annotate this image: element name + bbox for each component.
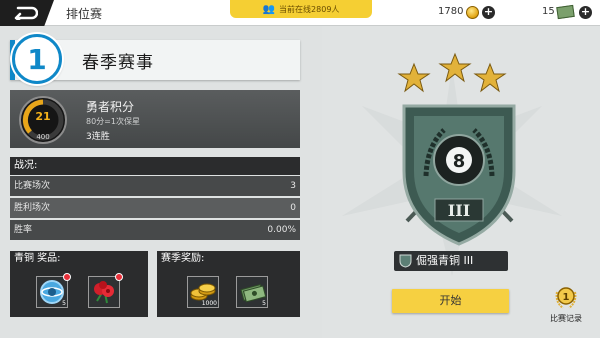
stat-label: 胜率: [14, 225, 33, 235]
new-indicator-dot: [63, 273, 71, 281]
stat-value: 0.00%: [267, 225, 296, 235]
svg-text:8: 8: [453, 151, 466, 172]
reward-count: 1000: [201, 300, 217, 307]
back-arrow-icon: [14, 6, 38, 20]
rank-star-icon: [438, 52, 472, 83]
online-count-text: 当前在线2809人: [279, 4, 340, 14]
tier-numeral: III: [448, 201, 470, 220]
match-record-button[interactable]: 1: [553, 282, 579, 316]
reward-item-rose[interactable]: [88, 273, 123, 308]
match-record-label: 比赛记录: [550, 314, 582, 323]
online-count-badge: 👥 当前在线2809人: [230, 0, 372, 18]
add-coins-button[interactable]: +: [482, 6, 495, 19]
win-streak-text: 3连胜: [86, 132, 110, 142]
mini-shield-icon: [399, 254, 412, 268]
stat-value: 3: [290, 181, 296, 191]
reward-count: 5: [262, 300, 266, 307]
reward-count: 5: [62, 300, 66, 307]
rank-star-icon: [473, 62, 507, 93]
medal-icon: 1: [555, 287, 577, 309]
stat-row-matches: 比赛场次 3: [10, 176, 300, 196]
event-title: 春季赛事: [82, 53, 154, 73]
add-cash-button[interactable]: +: [579, 6, 592, 19]
reward-item-token[interactable]: 5: [36, 273, 71, 308]
rank-name-plate: 倔强青铜 III: [394, 251, 508, 271]
new-indicator-dot: [115, 273, 123, 281]
brave-points-value: 21: [35, 110, 51, 123]
coin-icon: [466, 6, 479, 19]
season-rewards-header: 赛季奖励:: [157, 251, 300, 267]
stat-row-wins: 胜利场次 0: [10, 198, 300, 218]
rank-rewards-header: 青铜 奖品:: [10, 251, 148, 267]
coin-balance: 1780: [438, 6, 464, 17]
stat-label: 胜利场次: [14, 203, 51, 213]
stat-value: 0: [290, 203, 296, 213]
stat-label: 比赛场次: [14, 181, 51, 191]
svg-text:1: 1: [563, 292, 570, 303]
start-button[interactable]: 开始: [392, 289, 509, 313]
rose-icon: [94, 281, 114, 304]
stats-header: 战况:: [10, 157, 300, 175]
brave-points-subtitle: 80分=1次保星: [86, 117, 140, 126]
people-icon: 👥: [262, 3, 276, 15]
season-rewards-panel: [157, 267, 300, 317]
cash-icon: [556, 4, 575, 20]
page-title: 排位赛: [66, 7, 103, 21]
brave-points-max: 400: [36, 133, 50, 141]
cash-balance: 15: [542, 6, 555, 17]
rank-name: 倔强青铜 III: [416, 254, 474, 267]
stat-row-winrate: 胜率 0.00%: [10, 220, 300, 240]
event-number-badge: 1: [12, 34, 62, 84]
reward-item-cash[interactable]: 5: [236, 276, 268, 308]
brave-points-title: 勇者积分: [86, 100, 135, 114]
rank-rewards-panel: [10, 267, 148, 317]
rank-star-icon: [397, 62, 431, 93]
reward-item-coins[interactable]: 1000: [187, 276, 219, 308]
